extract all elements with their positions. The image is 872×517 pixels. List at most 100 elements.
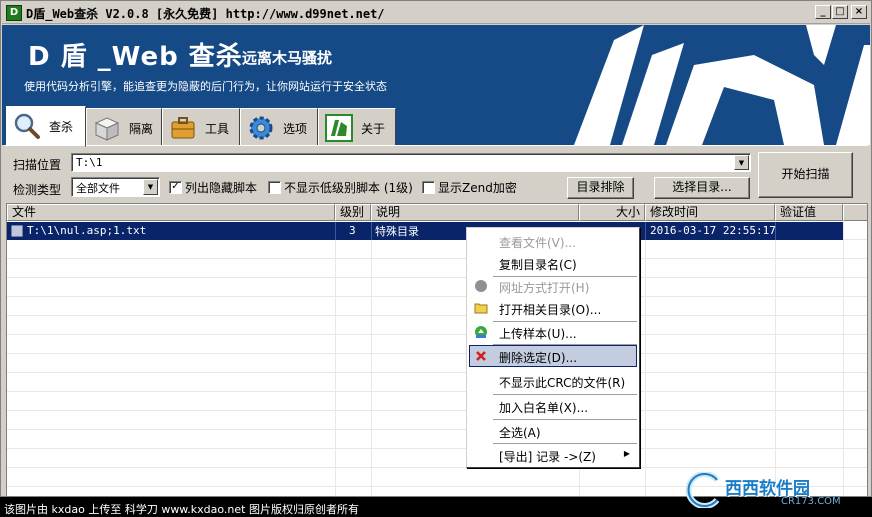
grid-line — [7, 373, 867, 392]
minimize-button[interactable]: _ — [815, 5, 831, 19]
tab-options[interactable]: 选项 — [240, 108, 318, 146]
menu-item-open-dir[interactable]: 打开相关目录(O)... — [469, 297, 637, 319]
globe-icon — [475, 280, 487, 292]
tab-about[interactable]: 关于 — [318, 108, 396, 146]
cell-file: T:\1\nul.asp;1.txt — [27, 224, 147, 237]
cell-desc: 特殊目录 — [375, 225, 419, 238]
tab-scan-label: 查杀 — [49, 120, 74, 134]
menu-item-label: 打开相关目录(O)... — [499, 303, 602, 317]
menu-item-view-file[interactable]: 查看文件(V)... — [469, 230, 637, 252]
column-header-level[interactable]: 级别 — [335, 204, 371, 221]
menu-item-label: 上传样本(U)... — [499, 327, 577, 341]
menu-item-select-all[interactable]: 全选(A) — [469, 420, 637, 442]
column-header-file[interactable]: 文件 — [7, 204, 335, 221]
menu-item-upload-sample[interactable]: 上传样本(U)... — [469, 321, 637, 343]
show-zend-checkbox[interactable]: 显示Zend加密 — [422, 179, 517, 196]
cell-level: 3 — [349, 224, 356, 237]
brand-slogan: 使用代码分析引擎，能追查更为隐蔽的后门行为，让你网站运行于安全状态 — [24, 80, 387, 93]
grid-line — [335, 222, 336, 240]
grid-line — [7, 430, 867, 449]
menu-item-copy-dir[interactable]: 复制目录名(C) — [469, 252, 637, 274]
chevron-down-icon[interactable]: ▼ — [143, 179, 158, 195]
column-header-hash[interactable]: 验证值 — [775, 204, 843, 221]
checkbox-box[interactable] — [268, 181, 281, 194]
magnifier-icon — [14, 113, 40, 139]
table-row[interactable]: T:\1\nul.asp;1.txt 3 特殊目录 2016-03-17 22:… — [7, 222, 843, 240]
grid-line — [7, 240, 867, 259]
cell-mtime: 2016-03-17 22:55:17 — [650, 224, 776, 237]
tab-tools[interactable]: 工具 — [162, 108, 240, 146]
menu-item-open-url[interactable]: 网址方式打开(H) — [469, 275, 637, 297]
app-icon: D — [6, 5, 22, 21]
tab-quarantine-label: 隔离 — [129, 122, 154, 136]
maximize-button[interactable]: □ — [832, 5, 848, 19]
title-bar[interactable]: D D盾_Web查杀 V2.0.8 [永久免费] http://www.d99n… — [2, 2, 870, 24]
menu-item-label: 查看文件(V)... — [499, 236, 577, 250]
hide-lowlevel-checkbox[interactable]: 不显示低级别脚本 (1级) — [268, 179, 413, 196]
grid-line — [7, 392, 867, 411]
box-icon — [94, 117, 120, 141]
delete-icon — [476, 351, 486, 361]
menu-item-label: 不显示此CRC的文件(R) — [499, 376, 626, 390]
d-shield-logo-icon — [574, 25, 870, 145]
menu-item-label: [导出] 记录 ->(Z) — [499, 450, 596, 464]
menu-item-label: 复制目录名(C) — [499, 258, 577, 272]
menu-item-label: 网址方式打开(H) — [499, 281, 590, 295]
close-button[interactable]: × — [851, 5, 867, 19]
column-header-mtime[interactable]: 修改时间 — [645, 204, 775, 221]
scan-path-combo[interactable]: T:\1 ▼ — [71, 153, 751, 172]
menu-item-delete-selected[interactable]: 删除选定(D)... — [469, 345, 637, 367]
menu-item-label: 加入白名单(X)... — [499, 401, 589, 415]
file-icon — [11, 225, 23, 237]
tab-options-label: 选项 — [283, 122, 308, 136]
grid-line — [7, 297, 867, 316]
grid-line — [7, 335, 867, 354]
window-title: D盾_Web查杀 V2.0.8 [永久免费] http://www.d99net… — [26, 7, 385, 21]
checkbox-box[interactable] — [422, 181, 435, 194]
menu-item-label: 全选(A) — [499, 426, 541, 440]
scan-path-value: T:\1 — [76, 156, 103, 169]
menu-item-hide-crc[interactable]: 不显示此CRC的文件(R) — [469, 370, 637, 392]
submenu-arrow-icon: ▶ — [623, 449, 630, 458]
grid-line — [7, 316, 867, 335]
grid-line — [7, 411, 867, 430]
tab-quarantine[interactable]: 隔离 — [86, 108, 162, 146]
column-header-filler — [843, 204, 867, 221]
brand-title: D 盾 _Web 查杀 — [28, 42, 243, 72]
list-hidden-label: 列出隐藏脚本 — [185, 181, 258, 195]
column-header-desc[interactable]: 说明 — [371, 204, 579, 221]
grid-line — [7, 354, 867, 373]
chevron-down-icon[interactable]: ▼ — [734, 155, 749, 170]
tab-about-label: 关于 — [361, 122, 386, 136]
menu-item-whitelist[interactable]: 加入白名单(X)... — [469, 395, 637, 417]
watermark-subtext: CR173.COM — [781, 496, 841, 507]
tab-tools-label: 工具 — [205, 122, 230, 136]
upload-icon — [475, 326, 487, 338]
checkbox-box[interactable]: ✓ — [169, 181, 182, 194]
grid-line — [7, 278, 867, 297]
menu-item-export-log[interactable]: [导出] 记录 ->(Z) ▶ — [469, 444, 637, 466]
scan-path-label: 扫描位置 — [13, 158, 62, 172]
column-header-size[interactable]: 大小 — [579, 204, 645, 221]
d-logo-icon — [325, 114, 353, 142]
brand-subtitle: 远离木马骚扰 — [242, 49, 333, 67]
menu-item-label: 删除选定(D)... — [499, 351, 578, 365]
site-watermark: 西西软件园 CR173.COM — [673, 470, 853, 510]
exclude-dirs-button[interactable]: 目录排除 — [567, 177, 634, 199]
tab-scan[interactable]: 查杀 — [6, 106, 86, 147]
folder-icon — [474, 303, 488, 314]
list-hidden-checkbox[interactable]: ✓ 列出隐藏脚本 — [169, 179, 257, 196]
grid-line — [645, 222, 646, 240]
scan-type-select[interactable]: 全部文件 ▼ — [71, 177, 160, 197]
start-scan-button[interactable]: 开始扫描 — [758, 152, 853, 198]
briefcase-icon — [171, 117, 195, 139]
grid-line — [7, 259, 867, 278]
grid-line — [371, 222, 372, 240]
grid-line — [775, 222, 776, 240]
choose-dir-button[interactable]: 选择目录... — [654, 177, 750, 199]
results-table[interactable]: 文件 级别 说明 大小 修改时间 验证值 T:\1\nul.asp;1.txt … — [6, 203, 868, 496]
scan-type-label: 检测类型 — [13, 183, 62, 197]
grid-line — [7, 449, 867, 468]
app-window: D D盾_Web查杀 V2.0.8 [永久免费] http://www.d99n… — [0, 0, 872, 497]
context-menu: 查看文件(V)... 复制目录名(C) 网址方式打开(H) 打开相关目录(O).… — [466, 227, 640, 468]
